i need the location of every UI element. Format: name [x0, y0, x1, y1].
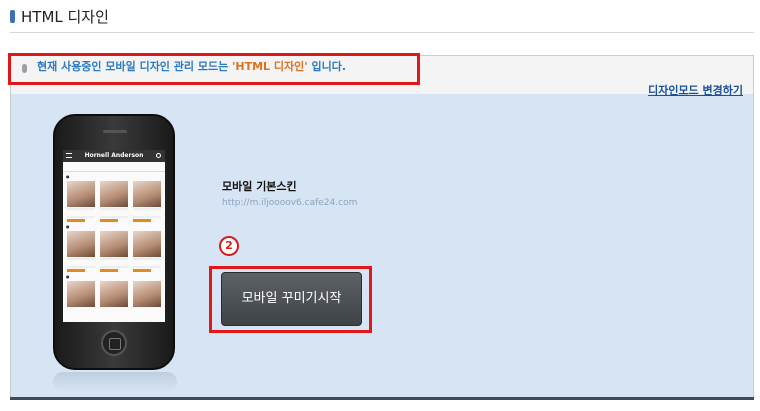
product-photo — [67, 231, 95, 257]
product-price — [133, 219, 151, 222]
phone-preview-image: Hornell Anderson ● ● ● — [53, 114, 175, 370]
home-button-icon — [101, 330, 127, 356]
product-caption — [133, 208, 161, 218]
notice-text: 현재 사용중인 모바일 디자인 관리 모드는 'HTML 디자인' 입니다. — [37, 60, 346, 74]
product-price — [133, 269, 151, 272]
product-caption — [133, 258, 161, 268]
phone-screen-grid-1 — [63, 181, 165, 222]
product-price — [67, 269, 85, 272]
phone-speaker — [103, 130, 127, 133]
notice-highlight-box: 현재 사용중인 모바일 디자인 관리 모드는 'HTML 디자인' 입니다. — [8, 53, 420, 85]
product-photo — [100, 281, 128, 307]
title-marker-icon — [10, 10, 15, 23]
phone-screen-toolbar — [63, 162, 165, 172]
product-thumb — [67, 181, 95, 222]
product-price — [67, 219, 85, 222]
product-thumb — [133, 181, 161, 222]
notice-suffix: 입니다. — [307, 60, 346, 73]
product-photo — [133, 281, 161, 307]
bottom-divider — [10, 397, 754, 400]
skin-url[interactable]: http://m.iljoooov6.cafe24.com — [222, 198, 357, 208]
phone-screen-grid-3 — [63, 281, 165, 307]
product-photo — [133, 231, 161, 257]
page-title: HTML 디자인 — [21, 8, 109, 26]
phone-screen-title: Hornell Anderson — [84, 152, 144, 159]
product-photo — [100, 181, 128, 207]
product-thumb — [67, 281, 95, 307]
notice-row: 현재 사용중인 모바일 디자인 관리 모드는 'HTML 디자인' 입니다. — [8, 53, 753, 94]
phone-reflection — [53, 372, 177, 392]
product-photo — [67, 281, 95, 307]
start-mobile-design-button[interactable]: 모바일 꾸미기시작 — [221, 272, 362, 326]
product-caption — [67, 208, 95, 218]
notice-mode: 'HTML 디자인' — [232, 60, 308, 73]
product-price — [100, 269, 118, 272]
product-photo — [133, 181, 161, 207]
search-icon — [156, 153, 161, 158]
product-price — [100, 219, 118, 222]
mobile-design-panel: 현재 사용중인 모바일 디자인 관리 모드는 'HTML 디자인' 입니다. 디… — [8, 53, 754, 399]
product-caption — [100, 258, 128, 268]
notice-prefix: 현재 사용중인 모바일 디자인 관리 모드는 — [37, 60, 233, 73]
phone-screen-section-1: ● — [66, 174, 70, 179]
page-title-bar: HTML 디자인 — [10, 6, 754, 33]
phone-screen: Hornell Anderson ● ● ● — [63, 150, 165, 322]
skin-name: 모바일 기본스킨 — [222, 180, 297, 193]
menu-icon — [66, 153, 72, 158]
product-thumb — [100, 181, 128, 222]
product-thumb — [100, 231, 128, 272]
bullet-icon — [22, 64, 27, 73]
product-thumb — [133, 231, 161, 272]
change-design-mode-link[interactable]: 디자인모드 변경하기 — [648, 82, 743, 98]
product-thumb — [133, 281, 161, 307]
product-photo — [100, 231, 128, 257]
phone-screen-header: Hornell Anderson — [63, 150, 165, 162]
product-thumb — [100, 281, 128, 307]
product-thumb — [67, 231, 95, 272]
step-badge: 2 — [219, 236, 239, 256]
phone-screen-section-3: ● — [66, 274, 70, 279]
product-caption — [100, 208, 128, 218]
phone-screen-section-2: ● — [66, 224, 70, 229]
phone-screen-grid-2 — [63, 231, 165, 272]
product-photo — [67, 181, 95, 207]
product-caption — [67, 258, 95, 268]
